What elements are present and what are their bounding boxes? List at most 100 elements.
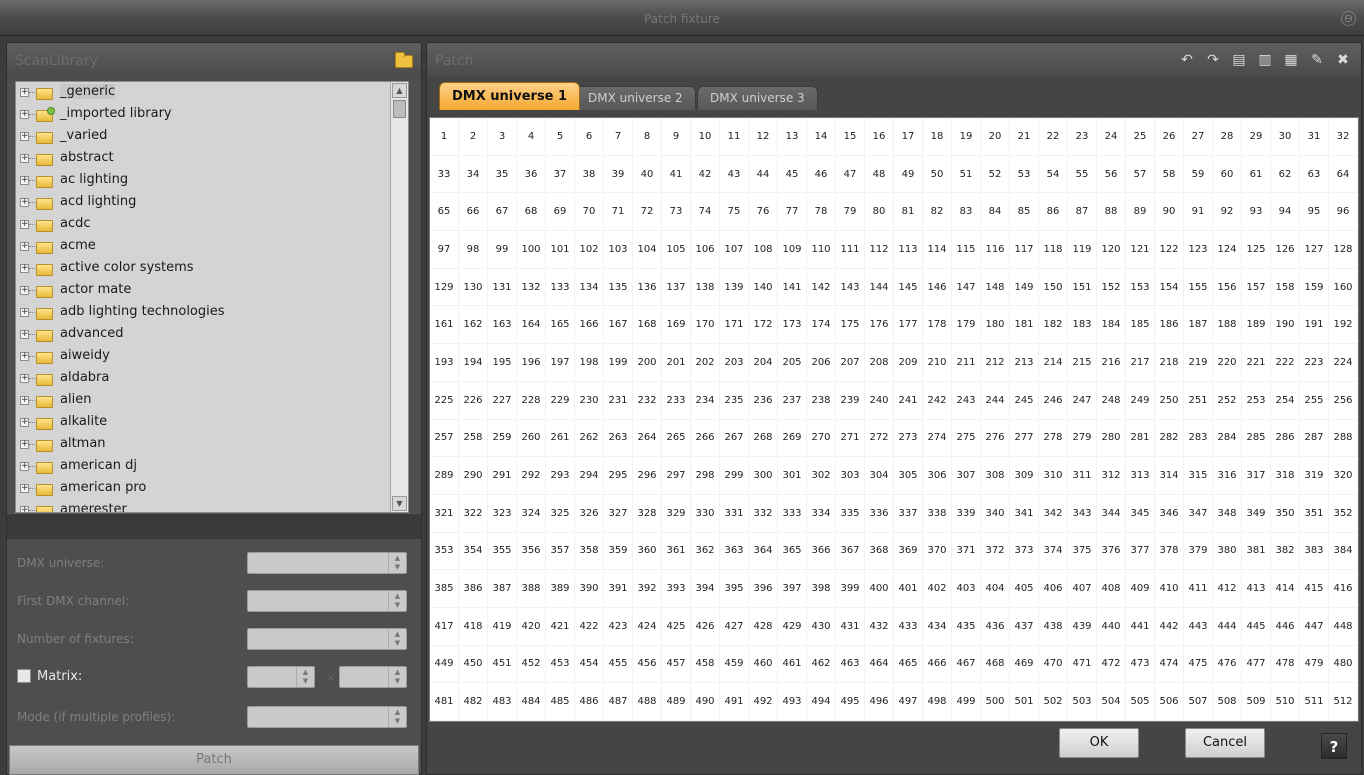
channel-cell[interactable]: 140 bbox=[749, 268, 778, 307]
channel-cell[interactable]: 444 bbox=[1213, 607, 1242, 646]
channel-cell[interactable]: 442 bbox=[1155, 607, 1184, 646]
tree-item[interactable]: + aiweidy bbox=[16, 346, 390, 368]
expand-icon[interactable]: + bbox=[20, 506, 29, 512]
tree-item[interactable]: + ac lighting bbox=[16, 170, 390, 192]
channel-cell[interactable]: 363 bbox=[720, 532, 749, 571]
channel-cell[interactable]: 498 bbox=[923, 683, 952, 721]
spin-icon[interactable]: ▲ ▼ bbox=[388, 667, 406, 687]
channel-cell[interactable]: 100 bbox=[517, 231, 546, 269]
channel-cell[interactable]: 82 bbox=[923, 193, 952, 232]
tree-item[interactable]: + actor mate bbox=[16, 280, 390, 302]
channel-cell[interactable]: 78 bbox=[807, 193, 836, 232]
channel-cell[interactable]: 23 bbox=[1068, 118, 1097, 156]
channel-cell[interactable]: 415 bbox=[1300, 570, 1329, 608]
channel-cell[interactable]: 283 bbox=[1184, 419, 1213, 458]
channel-cell[interactable]: 81 bbox=[894, 193, 923, 232]
channel-cell[interactable]: 278 bbox=[1039, 419, 1068, 458]
channel-cell[interactable]: 161 bbox=[430, 306, 459, 345]
channel-cell[interactable]: 172 bbox=[749, 306, 778, 345]
channel-cell[interactable]: 43 bbox=[720, 155, 749, 194]
channel-cell[interactable]: 468 bbox=[981, 645, 1010, 684]
channel-cell[interactable]: 401 bbox=[894, 570, 923, 608]
tab-dmx-universe-3[interactable]: DMX universe 3 bbox=[697, 86, 818, 110]
expand-icon[interactable]: + bbox=[20, 110, 29, 119]
channel-cell[interactable]: 247 bbox=[1068, 381, 1097, 420]
channel-cell[interactable]: 319 bbox=[1300, 457, 1329, 495]
channel-cell[interactable]: 357 bbox=[546, 532, 575, 571]
channel-cell[interactable]: 54 bbox=[1039, 155, 1068, 194]
channel-cell[interactable]: 127 bbox=[1300, 231, 1329, 269]
channel-cell[interactable]: 262 bbox=[575, 419, 604, 458]
channel-cell[interactable]: 398 bbox=[807, 570, 836, 608]
channel-cell[interactable]: 21 bbox=[1010, 118, 1039, 156]
channel-cell[interactable]: 138 bbox=[691, 268, 720, 307]
channel-cell[interactable]: 380 bbox=[1213, 532, 1242, 571]
channel-cell[interactable]: 298 bbox=[691, 457, 720, 495]
channel-cell[interactable]: 77 bbox=[778, 193, 807, 232]
channel-cell[interactable]: 227 bbox=[488, 381, 517, 420]
channel-cell[interactable]: 196 bbox=[517, 344, 546, 382]
channel-cell[interactable]: 76 bbox=[749, 193, 778, 232]
channel-cell[interactable]: 203 bbox=[720, 344, 749, 382]
channel-cell[interactable]: 318 bbox=[1271, 457, 1300, 495]
channel-cell[interactable]: 339 bbox=[952, 494, 981, 533]
channel-cell[interactable]: 360 bbox=[633, 532, 662, 571]
channel-cell[interactable]: 190 bbox=[1271, 306, 1300, 345]
channel-cell[interactable]: 481 bbox=[430, 683, 459, 721]
expand-icon[interactable]: + bbox=[20, 242, 29, 251]
channel-cell[interactable]: 382 bbox=[1271, 532, 1300, 571]
channel-cell[interactable]: 178 bbox=[923, 306, 952, 345]
channel-cell[interactable]: 353 bbox=[430, 532, 459, 571]
channel-cell[interactable]: 240 bbox=[865, 381, 894, 420]
channel-cell[interactable]: 165 bbox=[546, 306, 575, 345]
channel-cell[interactable]: 264 bbox=[633, 419, 662, 458]
delete-icon[interactable]: ✖ bbox=[1335, 52, 1351, 68]
channel-cell[interactable]: 290 bbox=[459, 457, 488, 495]
channel-cell[interactable]: 469 bbox=[1010, 645, 1039, 684]
channel-cell[interactable]: 252 bbox=[1213, 381, 1242, 420]
spin-icon[interactable]: ▲ ▼ bbox=[388, 707, 406, 727]
channel-cell[interactable]: 27 bbox=[1184, 118, 1213, 156]
channel-cell[interactable]: 149 bbox=[1010, 268, 1039, 307]
channel-cell[interactable]: 102 bbox=[575, 231, 604, 269]
channel-cell[interactable]: 403 bbox=[952, 570, 981, 608]
channel-cell[interactable]: 305 bbox=[894, 457, 923, 495]
channel-cell[interactable]: 111 bbox=[836, 231, 865, 269]
expand-icon[interactable]: + bbox=[20, 220, 29, 229]
channel-cell[interactable]: 101 bbox=[546, 231, 575, 269]
channel-cell[interactable]: 60 bbox=[1213, 155, 1242, 194]
channel-cell[interactable]: 267 bbox=[720, 419, 749, 458]
channel-cell[interactable]: 214 bbox=[1039, 344, 1068, 382]
channel-cell[interactable]: 445 bbox=[1242, 607, 1271, 646]
channel-cell[interactable]: 189 bbox=[1242, 306, 1271, 345]
channel-cell[interactable]: 416 bbox=[1329, 570, 1358, 608]
channel-cell[interactable]: 479 bbox=[1300, 645, 1329, 684]
channel-cell[interactable]: 337 bbox=[894, 494, 923, 533]
channel-cell[interactable]: 325 bbox=[546, 494, 575, 533]
channel-cell[interactable]: 455 bbox=[604, 645, 633, 684]
channel-cell[interactable]: 389 bbox=[546, 570, 575, 608]
channel-cell[interactable]: 98 bbox=[459, 231, 488, 269]
channel-cell[interactable]: 122 bbox=[1155, 231, 1184, 269]
spin-icon[interactable]: ▲ ▼ bbox=[388, 629, 406, 649]
channel-cell[interactable]: 393 bbox=[662, 570, 691, 608]
channel-cell[interactable]: 119 bbox=[1068, 231, 1097, 269]
channel-cell[interactable]: 205 bbox=[778, 344, 807, 382]
channel-cell[interactable]: 388 bbox=[517, 570, 546, 608]
matrix-x-stepper[interactable]: ▲ ▼ bbox=[247, 666, 315, 688]
dmx-universe-select[interactable]: ▲ ▼ bbox=[247, 552, 407, 574]
channel-cell[interactable]: 250 bbox=[1155, 381, 1184, 420]
channel-cell[interactable]: 376 bbox=[1097, 532, 1126, 571]
channel-cell[interactable]: 439 bbox=[1068, 607, 1097, 646]
channel-cell[interactable]: 511 bbox=[1300, 683, 1329, 721]
channel-cell[interactable]: 1 bbox=[430, 118, 459, 156]
channel-cell[interactable]: 103 bbox=[604, 231, 633, 269]
channel-cell[interactable]: 489 bbox=[662, 683, 691, 721]
channel-cell[interactable]: 323 bbox=[488, 494, 517, 533]
channel-cell[interactable]: 89 bbox=[1126, 193, 1155, 232]
channel-cell[interactable]: 366 bbox=[807, 532, 836, 571]
channel-cell[interactable]: 279 bbox=[1068, 419, 1097, 458]
channel-cell[interactable]: 276 bbox=[981, 419, 1010, 458]
channel-cell[interactable]: 28 bbox=[1213, 118, 1242, 156]
channel-cell[interactable]: 488 bbox=[633, 683, 662, 721]
